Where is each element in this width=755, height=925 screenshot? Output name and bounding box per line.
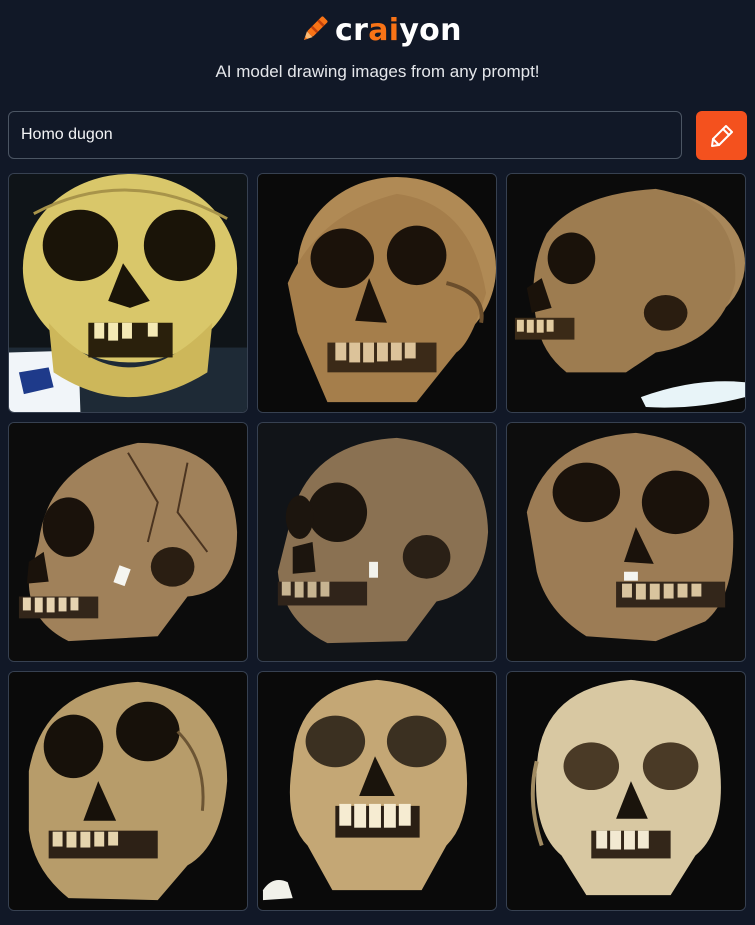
skull-image <box>507 423 745 661</box>
logo-wordmark: craiyon <box>335 12 462 48</box>
header: craiyon AI model drawing images from any… <box>0 0 755 100</box>
pencil-icon <box>710 124 733 147</box>
crayon-logo-icon <box>304 16 328 40</box>
generated-image[interactable] <box>8 671 248 911</box>
skull-image <box>258 423 496 661</box>
generated-image[interactable] <box>257 173 497 413</box>
skull-image <box>507 174 745 412</box>
skull-image <box>9 423 247 661</box>
skull-image <box>9 174 247 412</box>
generated-image[interactable] <box>8 422 248 662</box>
draw-button[interactable] <box>696 111 747 160</box>
generated-image[interactable] <box>506 422 746 662</box>
generated-image[interactable] <box>506 671 746 911</box>
generated-image[interactable] <box>257 671 497 911</box>
craiyon-logo[interactable]: craiyon <box>297 10 462 50</box>
generated-image[interactable] <box>8 173 248 413</box>
generated-image[interactable] <box>257 422 497 662</box>
skull-image <box>258 174 496 412</box>
skull-image <box>507 672 745 910</box>
generated-image[interactable] <box>506 173 746 413</box>
tagline: AI model drawing images from any prompt! <box>215 62 540 81</box>
prompt-input[interactable] <box>8 111 682 159</box>
skull-image <box>258 672 496 910</box>
skull-image <box>9 672 247 910</box>
image-gallery <box>8 173 746 911</box>
